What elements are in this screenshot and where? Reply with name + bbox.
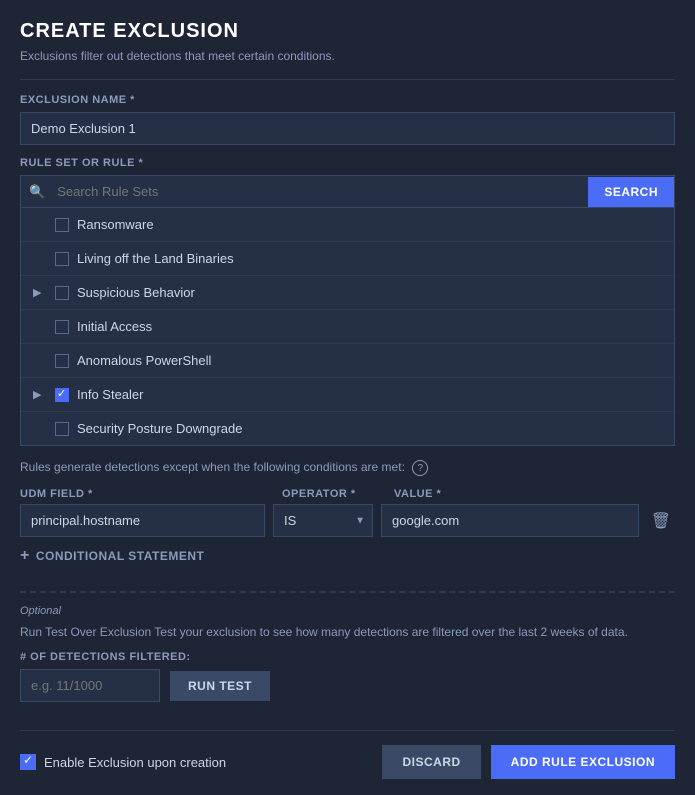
rule-label: Security Posture Downgrade <box>77 421 242 436</box>
list-item[interactable]: Anomalous PowerShell <box>21 344 674 378</box>
plus-icon: + <box>20 547 30 565</box>
exclusion-name-input[interactable] <box>20 112 675 145</box>
operator-select-wrap: ISIS NOTCONTAINSMATCHES ▼ <box>273 504 373 537</box>
operator-select[interactable]: ISIS NOTCONTAINSMATCHES <box>273 504 373 537</box>
add-exclusion-button[interactable]: ADD RULE EXCLUSION <box>491 745 675 779</box>
detections-label: # OF DETECTIONS FILTERED: <box>20 651 675 663</box>
add-condition-label: CONDITIONAL STATEMENT <box>36 549 205 563</box>
list-item[interactable]: ▶ Info Stealer <box>21 378 674 412</box>
rule-checkbox[interactable] <box>55 286 69 300</box>
enable-checkbox[interactable] <box>20 754 36 770</box>
add-condition-button[interactable]: + CONDITIONAL STATEMENT <box>20 547 204 565</box>
conditions-inputs: ISIS NOTCONTAINSMATCHES ▼ 🗑 <box>20 504 675 537</box>
value-input[interactable] <box>381 504 639 537</box>
enable-label: Enable Exclusion upon creation <box>44 755 226 770</box>
rule-label: Initial Access <box>77 319 152 334</box>
conditions-label: Rules generate detections except when th… <box>20 460 675 476</box>
list-item[interactable]: Ransomware <box>21 208 674 242</box>
rule-label: Suspicious Behavior <box>77 285 195 300</box>
run-test-row: RUN TEST <box>20 669 675 702</box>
operator-label: OPERATOR * <box>282 488 382 500</box>
exclusion-name-label: EXCLUSION NAME * <box>20 94 675 106</box>
search-icon: 🔍 <box>21 184 53 200</box>
discard-button[interactable]: DISCARD <box>382 745 480 779</box>
rule-label: Info Stealer <box>77 387 144 402</box>
search-input[interactable] <box>53 176 588 207</box>
rule-checkbox[interactable] <box>55 354 69 368</box>
run-test-button[interactable]: RUN TEST <box>170 671 270 701</box>
enable-checkbox-wrap: Enable Exclusion upon creation <box>20 754 226 770</box>
udm-field-label: UDM FIELD * <box>20 488 270 500</box>
rule-checkbox[interactable] <box>55 422 69 436</box>
udm-field-input[interactable] <box>20 504 265 537</box>
rule-checkbox[interactable] <box>55 252 69 266</box>
conditions-section: Rules generate detections except when th… <box>20 460 675 579</box>
search-button[interactable]: SEARCH <box>588 177 674 207</box>
rule-list[interactable]: Ransomware Living off the Land Binaries ▶ S… <box>20 208 675 446</box>
list-item[interactable]: Initial Access <box>21 310 674 344</box>
detections-input[interactable] <box>20 669 160 702</box>
list-item[interactable]: Living off the Land Binaries <box>21 242 674 276</box>
rule-label: Ransomware <box>77 217 154 232</box>
header-divider <box>20 79 675 80</box>
chevron-right-icon[interactable]: ▶ <box>33 286 47 299</box>
run-test-description: Run Test Over Exclusion Test your exclus… <box>20 623 675 641</box>
delete-condition-button[interactable]: 🗑 <box>647 507 675 535</box>
optional-label: Optional <box>20 605 675 617</box>
rule-checkbox[interactable] <box>55 218 69 232</box>
chevron-right-icon[interactable]: ▶ <box>33 388 47 401</box>
conditions-column-labels: UDM FIELD * OPERATOR * VALUE * <box>20 488 675 500</box>
rule-set-label: RULE SET OR RULE * <box>20 157 675 169</box>
rule-checkbox[interactable] <box>55 320 69 334</box>
list-item[interactable]: Security Posture Downgrade <box>21 412 674 445</box>
footer-buttons: DISCARD ADD RULE EXCLUSION <box>382 745 675 779</box>
list-item[interactable]: ▶ Suspicious Behavior <box>21 276 674 310</box>
page-title: CREATE EXCLUSION <box>20 20 675 43</box>
footer: Enable Exclusion upon creation DISCARD A… <box>20 730 675 779</box>
rule-label: Living off the Land Binaries <box>77 251 234 266</box>
help-icon[interactable]: ? <box>412 460 428 476</box>
rule-label: Anomalous PowerShell <box>77 353 211 368</box>
create-exclusion-page: CREATE EXCLUSION Exclusions filter out d… <box>0 0 695 795</box>
rule-checkbox[interactable] <box>55 388 69 402</box>
value-label: VALUE * <box>394 488 675 500</box>
optional-section: Optional Run Test Over Exclusion Test yo… <box>20 591 675 718</box>
search-row: 🔍 SEARCH <box>20 175 675 208</box>
page-subtitle: Exclusions filter out detections that me… <box>20 49 675 63</box>
